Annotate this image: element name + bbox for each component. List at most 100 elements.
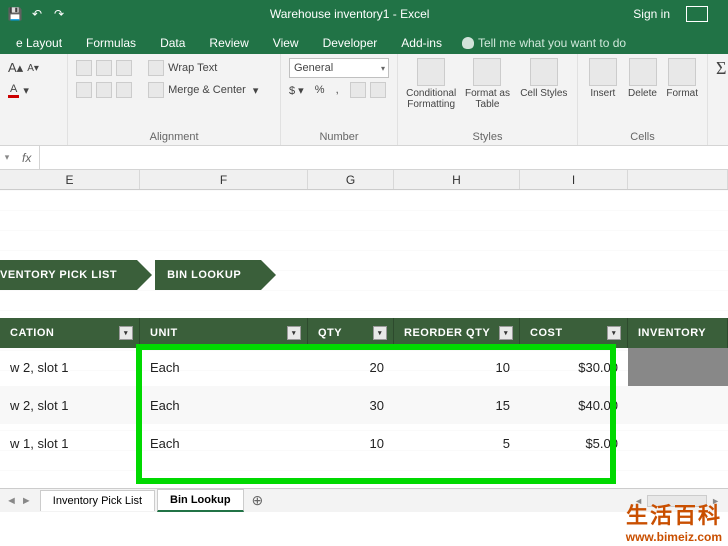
th-location[interactable]: CATION▾ <box>0 318 140 348</box>
tell-me-search[interactable]: Tell me what you want to do <box>454 32 634 54</box>
scroll-track[interactable] <box>647 495 707 507</box>
redo-icon[interactable]: ↷ <box>52 7 66 21</box>
th-unit[interactable]: UNIT▾ <box>140 318 308 348</box>
cell-unit[interactable]: Each <box>140 398 308 413</box>
conditional-formatting-button[interactable]: Conditional Formatting <box>406 58 456 110</box>
cell-location[interactable]: w 2, slot 1 <box>0 398 140 413</box>
watermark-url: www.bimeiz.com <box>626 530 722 544</box>
filter-icon[interactable]: ▾ <box>287 326 301 340</box>
prev-sheet-icon[interactable]: ◄ <box>6 495 17 507</box>
cell-reorder[interactable]: 5 <box>394 436 520 451</box>
format-cells-icon <box>668 58 696 86</box>
next-sheet-icon[interactable]: ► <box>21 495 32 507</box>
cell-cost[interactable]: $5.00 <box>520 436 628 451</box>
align-left-icon[interactable] <box>76 82 92 98</box>
table-row[interactable]: w 2, slot 1 Each 20 10 $30.00 <box>0 348 728 386</box>
col-E[interactable]: E <box>0 170 140 189</box>
cell-qty[interactable]: 10 <box>308 436 394 451</box>
wrap-text-icon[interactable] <box>148 60 164 76</box>
percent-icon[interactable]: % <box>315 84 325 96</box>
cell-unit[interactable]: Each <box>140 436 308 451</box>
group-label-cells: Cells <box>586 129 699 143</box>
cell-cost[interactable]: $40.00 <box>520 398 628 413</box>
format-button[interactable]: Format <box>665 58 699 99</box>
ribbon: A▴A▾ A▾ Wrap Text Merge & Center ▾ <box>0 54 728 146</box>
name-box-dropdown[interactable]: ▾ <box>0 152 14 163</box>
number-format-combo[interactable]: General <box>289 58 389 78</box>
align-center-icon[interactable] <box>96 82 112 98</box>
banner-inventory-pick-list[interactable]: VENTORY PICK LIST <box>0 260 137 290</box>
new-sheet-button[interactable]: ⊕ <box>244 492 272 509</box>
cell-reorder[interactable]: 10 <box>394 360 520 375</box>
ribbon-display-icon[interactable] <box>686 6 708 22</box>
align-top-icon[interactable] <box>76 60 92 76</box>
cell-inventory[interactable] <box>628 348 728 386</box>
banner-bin-lookup[interactable]: BIN LOOKUP <box>155 260 261 290</box>
align-right-icon[interactable] <box>116 82 132 98</box>
th-qty[interactable]: QTY▾ <box>308 318 394 348</box>
cell-location[interactable]: w 2, slot 1 <box>0 360 140 375</box>
increase-font-icon[interactable]: A▴ <box>8 60 23 76</box>
filter-icon[interactable]: ▾ <box>373 326 387 340</box>
filter-icon[interactable]: ▾ <box>607 326 621 340</box>
tab-addins[interactable]: Add-ins <box>389 32 454 54</box>
cell-cost[interactable]: $30.00 <box>520 360 628 375</box>
group-label-number: Number <box>289 129 389 143</box>
merge-center-icon[interactable] <box>148 82 164 98</box>
decrease-decimal-icon[interactable] <box>370 82 386 98</box>
cell-qty[interactable]: 20 <box>308 360 394 375</box>
scroll-right-icon[interactable]: ► <box>709 496 722 506</box>
th-reorder-qty[interactable]: REORDER QTY▾ <box>394 318 520 348</box>
tab-developer[interactable]: Developer <box>311 32 390 54</box>
tab-formulas[interactable]: Formulas <box>74 32 148 54</box>
horizontal-scroll[interactable]: ◄ ► <box>632 495 728 507</box>
cell-location[interactable]: w 1, slot 1 <box>0 436 140 451</box>
table-row[interactable]: w 2, slot 1 Each 30 15 $40.00 <box>0 386 728 424</box>
th-inventory[interactable]: INVENTORY <box>628 318 728 348</box>
undo-icon[interactable]: ↶ <box>30 7 44 21</box>
ribbon-tabs: e Layout Formulas Data Review View Devel… <box>0 28 728 54</box>
align-middle-icon[interactable] <box>96 60 112 76</box>
filter-icon[interactable]: ▾ <box>499 326 513 340</box>
col-next[interactable] <box>628 170 728 189</box>
th-cost[interactable]: COST▾ <box>520 318 628 348</box>
comma-icon[interactable]: , <box>336 84 339 96</box>
decrease-font-icon[interactable]: A▾ <box>27 63 39 74</box>
insert-button[interactable]: Insert <box>586 58 620 99</box>
save-icon[interactable]: 💾 <box>8 7 22 21</box>
worksheet-area[interactable]: VENTORY PICK LIST BIN LOOKUP CATION▾ UNI… <box>0 190 728 490</box>
filter-icon[interactable]: ▾ <box>119 326 133 340</box>
cell-reorder[interactable]: 15 <box>394 398 520 413</box>
merge-center-button[interactable]: Merge & Center <box>168 84 246 96</box>
tab-data[interactable]: Data <box>148 32 197 54</box>
cell-unit[interactable]: Each <box>140 360 308 375</box>
cell-styles-button[interactable]: Cell Styles <box>519 58 569 99</box>
formula-bar: ▾ fx <box>0 146 728 170</box>
scroll-left-icon[interactable]: ◄ <box>632 496 645 506</box>
font-color-icon[interactable]: A <box>8 83 19 98</box>
sheet-nav[interactable]: ◄► <box>0 495 38 507</box>
accounting-icon[interactable]: $ ▾ <box>289 84 304 97</box>
col-G[interactable]: G <box>308 170 394 189</box>
autosum-icon[interactable]: Σ <box>716 58 726 79</box>
tab-page-layout[interactable]: e Layout <box>4 32 74 54</box>
tab-review[interactable]: Review <box>197 32 260 54</box>
sheet-tab-bin-lookup[interactable]: Bin Lookup <box>157 489 244 512</box>
table-row[interactable]: w 1, slot 1 Each 10 5 $5.00 <box>0 424 728 462</box>
tab-view[interactable]: View <box>261 32 311 54</box>
col-F[interactable]: F <box>140 170 308 189</box>
format-as-table-button[interactable]: Format as Table <box>462 58 512 110</box>
sheet-tab-pick-list[interactable]: Inventory Pick List <box>40 490 155 511</box>
group-label-alignment: Alignment <box>76 129 272 143</box>
signin-link[interactable]: Sign in <box>633 7 670 21</box>
wrap-text-button[interactable]: Wrap Text <box>168 62 217 74</box>
delete-button[interactable]: Delete <box>626 58 660 99</box>
cell-qty[interactable]: 30 <box>308 398 394 413</box>
formula-input[interactable] <box>40 151 728 165</box>
banner-row: VENTORY PICK LIST BIN LOOKUP <box>0 260 261 290</box>
fx-icon[interactable]: fx <box>14 146 40 169</box>
col-H[interactable]: H <box>394 170 520 189</box>
col-I[interactable]: I <box>520 170 628 189</box>
align-bottom-icon[interactable] <box>116 60 132 76</box>
increase-decimal-icon[interactable] <box>350 82 366 98</box>
